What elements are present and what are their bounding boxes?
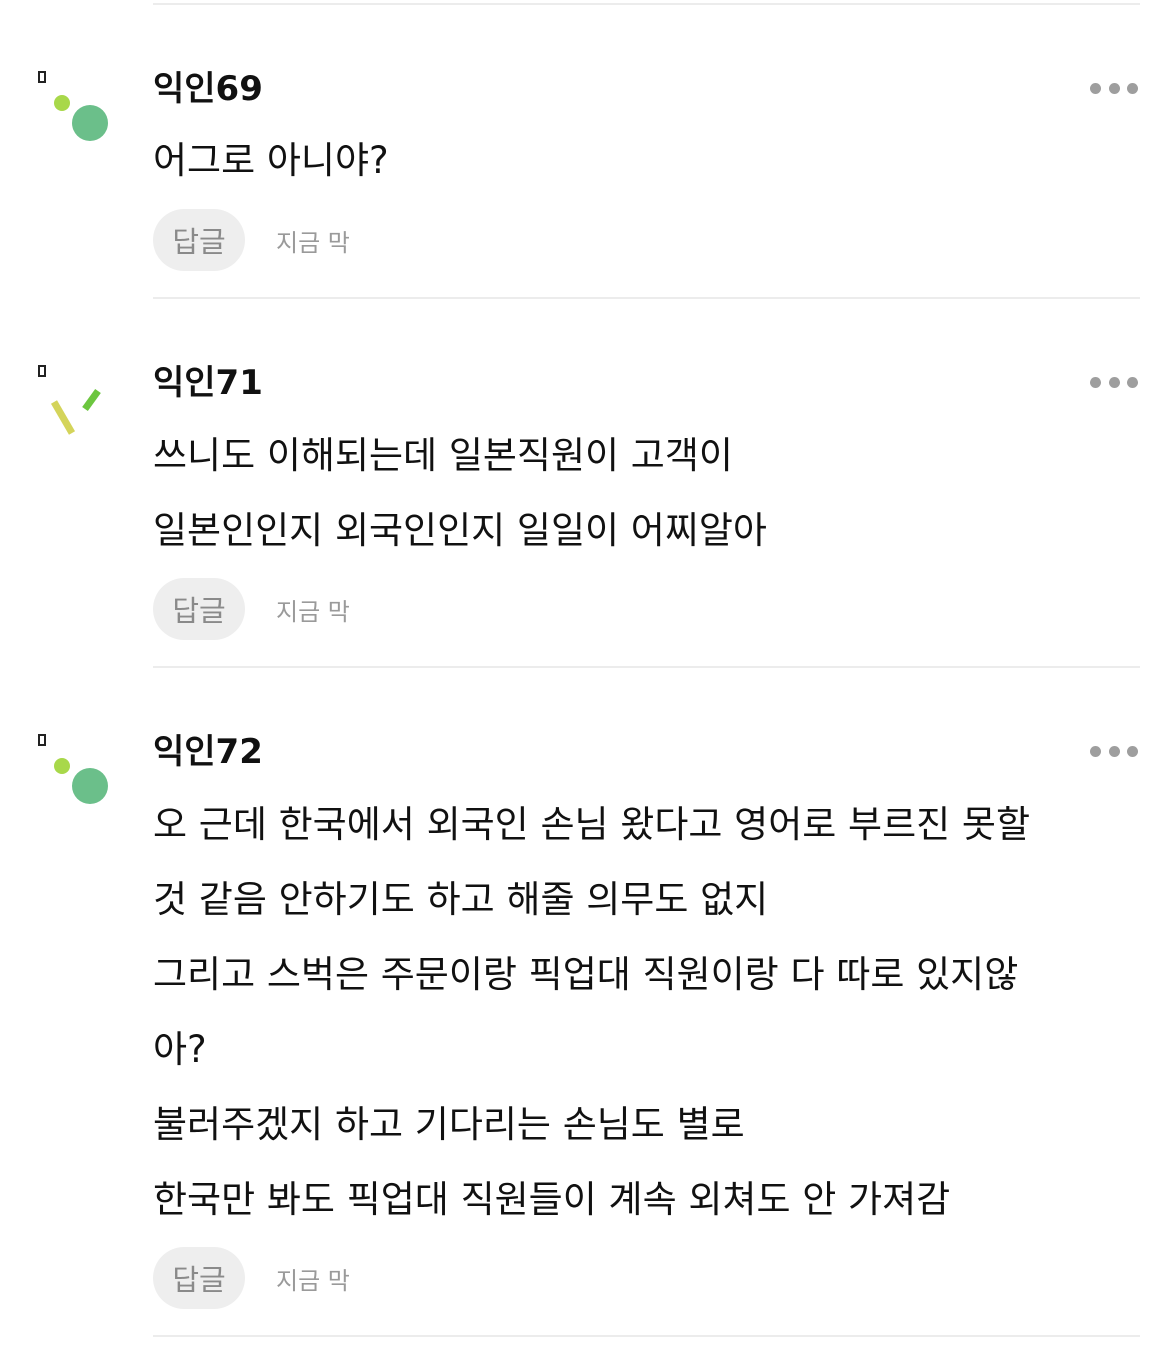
comment-text-line: 한국만 봐도 픽업대 직원들이 계속 외쳐도 안 가져감 (153, 1178, 951, 1221)
comment-text-line: 쓰니도 이해되는데 일본직원이 고객이 (153, 434, 733, 477)
top-divider (153, 3, 1140, 5)
comment-author[interactable]: 익인71 (153, 366, 263, 400)
comment-text-line: 일본인인지 외국인인지 일일이 어찌알아 (153, 509, 767, 552)
comment-author[interactable]: 익인72 (153, 735, 263, 769)
comment-timestamp: 지금 막 (276, 228, 350, 257)
more-options-icon[interactable] (1090, 375, 1138, 389)
reply-button[interactable]: 답글 (153, 1247, 245, 1309)
reply-button[interactable]: 답글 (153, 578, 245, 640)
comment-text-line: 불러주겠지 하고 기다리는 손님도 별로 (153, 1103, 745, 1146)
comment-timestamp: 지금 막 (276, 1266, 350, 1295)
reply-button[interactable]: 답글 (153, 209, 245, 271)
more-options-icon[interactable] (1090, 81, 1138, 95)
dots-avatar-icon[interactable] (34, 729, 114, 809)
comment-divider (153, 666, 1140, 668)
comment-text-line: 아? (153, 1028, 207, 1071)
comment-divider (153, 297, 1140, 299)
comment-author[interactable]: 익인69 (153, 72, 263, 106)
comment-text-line: 것 같음 안하기도 하고 해줄 의무도 없지 (153, 878, 769, 921)
comment-divider (153, 1335, 1140, 1337)
comment-text-line: 어그로 아니야? (153, 139, 389, 182)
comment-text-line: 오 근데 한국에서 외국인 손님 왔다고 영어로 부르진 못할 (153, 803, 1031, 846)
dots-avatar-icon[interactable] (34, 66, 114, 146)
sticks-avatar-icon[interactable] (34, 360, 114, 440)
comment-timestamp: 지금 막 (276, 597, 350, 626)
more-options-icon[interactable] (1090, 744, 1138, 758)
comment-text-line: 그리고 스벅은 주문이랑 픽업대 직원이랑 다 따로 있지않 (153, 953, 1019, 996)
